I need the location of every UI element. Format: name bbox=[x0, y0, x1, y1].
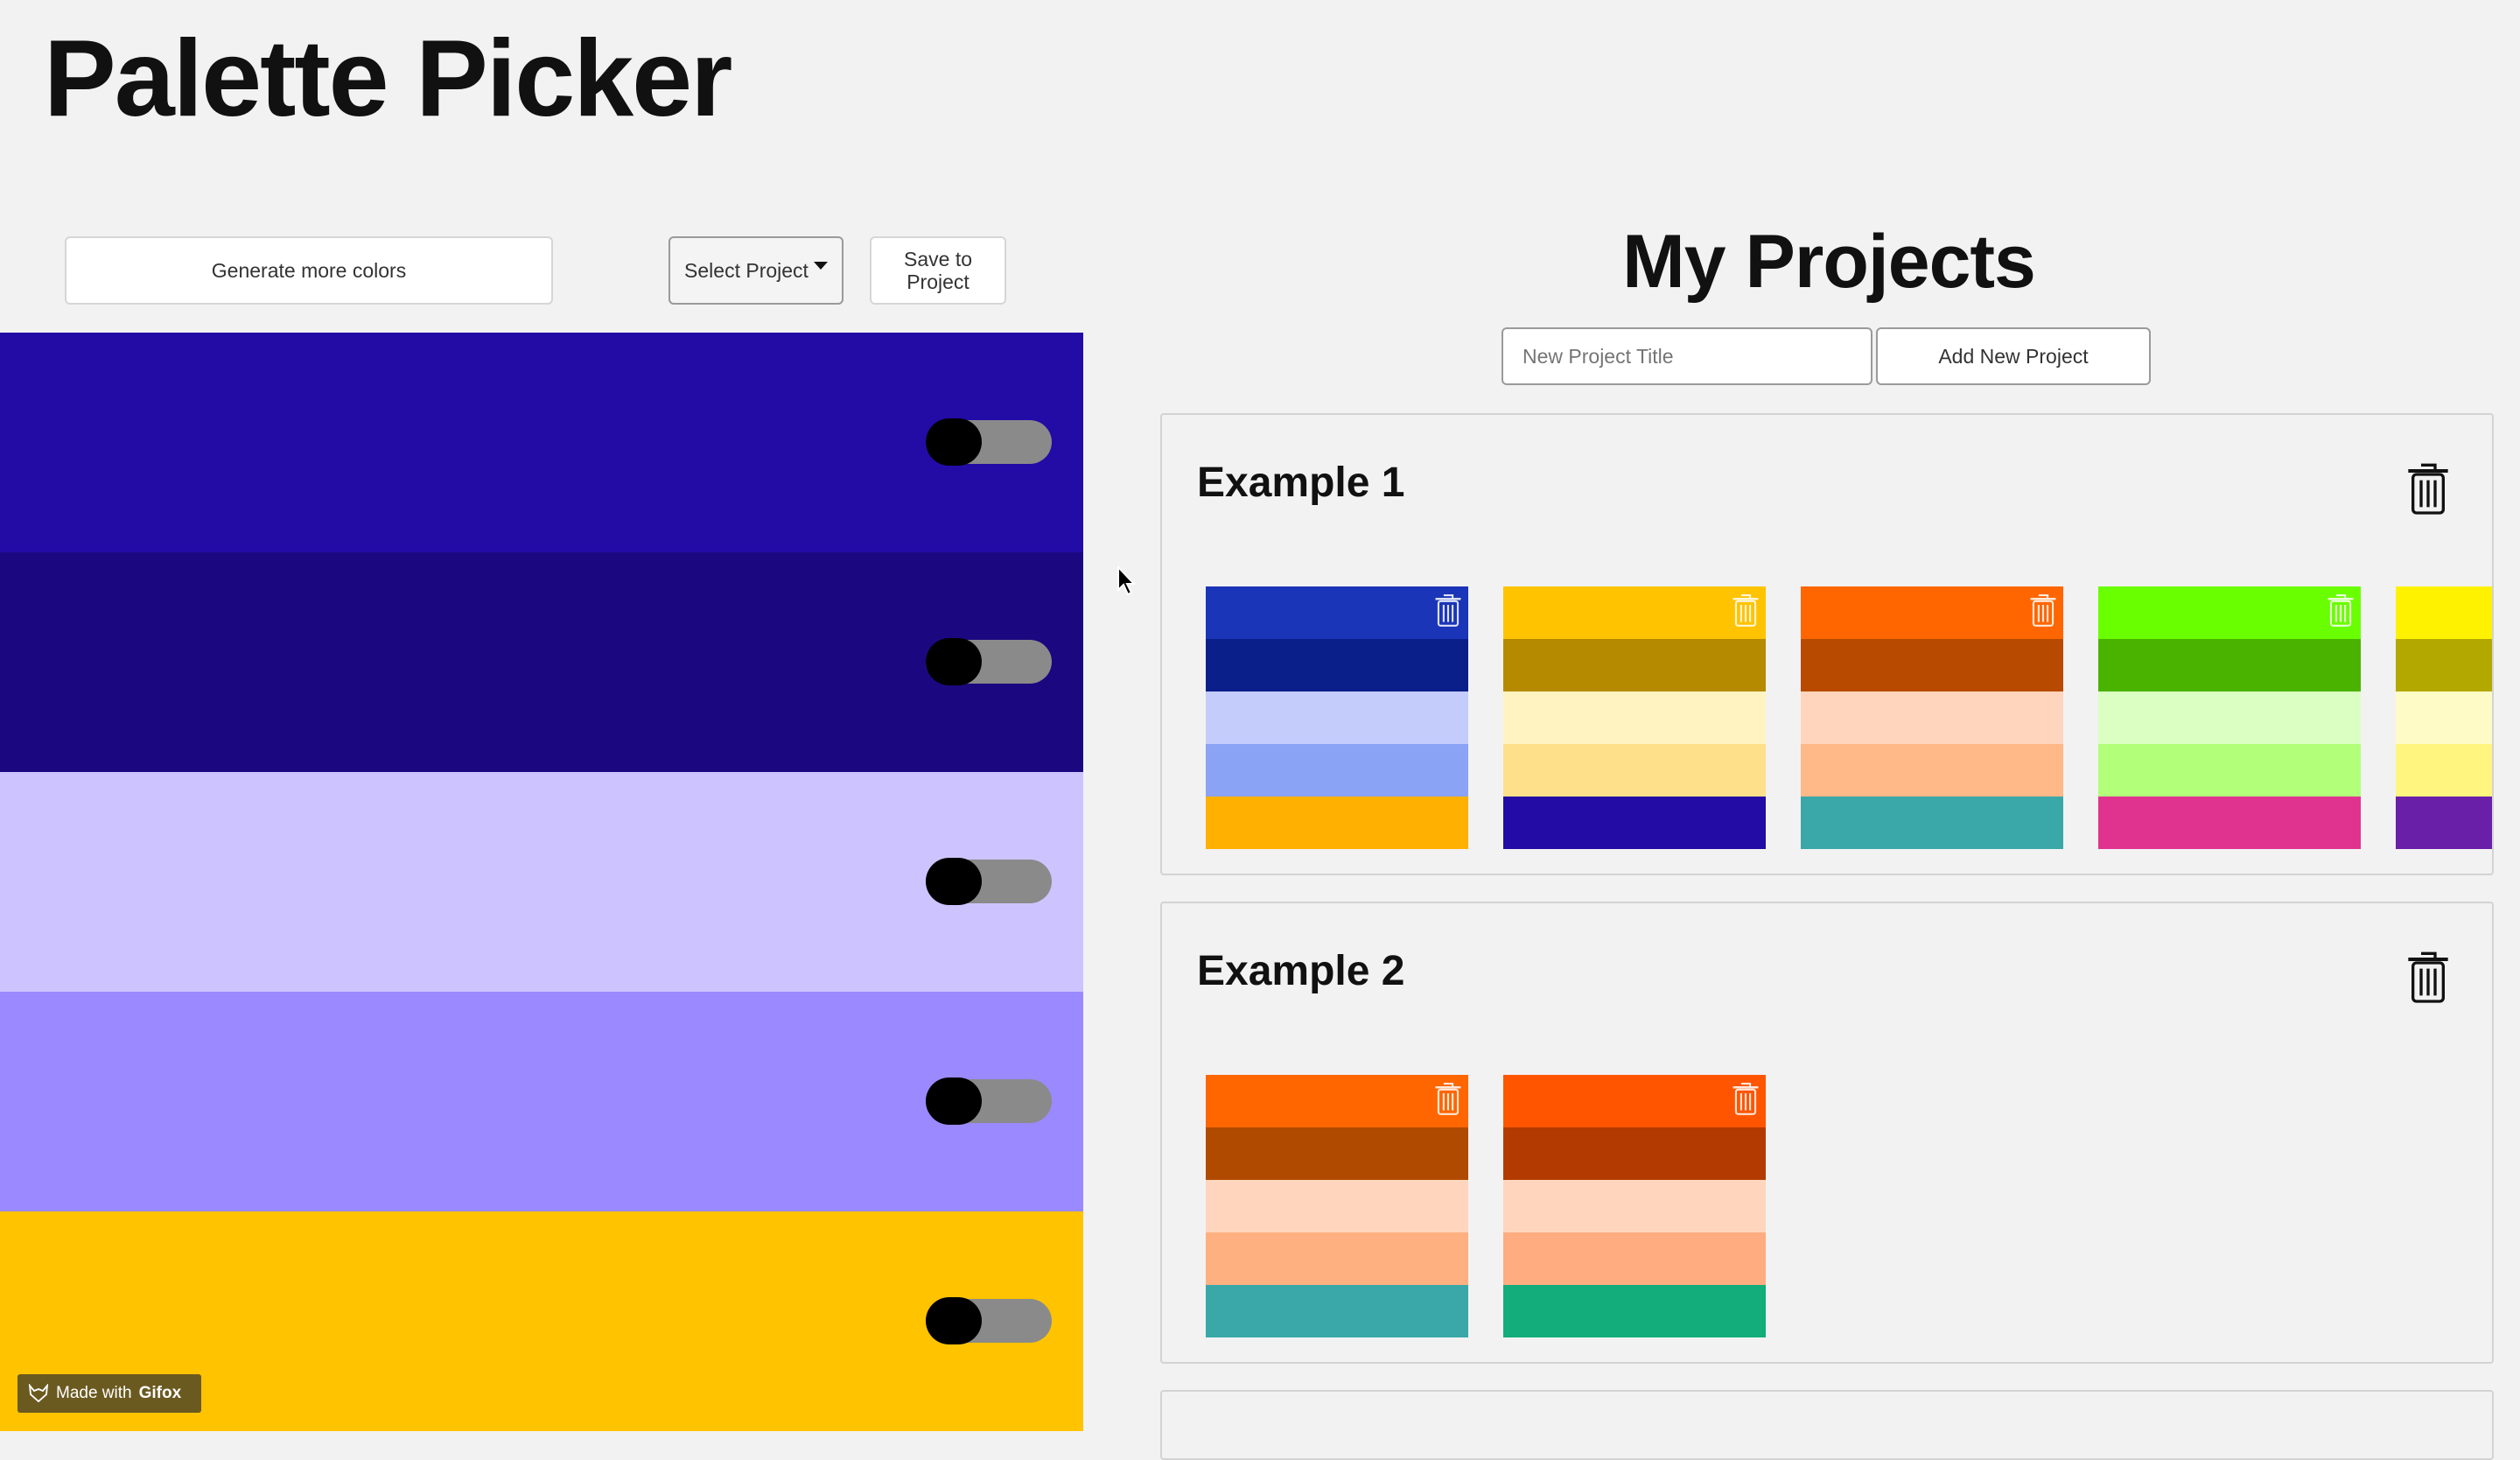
palette-swatch-band bbox=[1503, 797, 1766, 849]
palette-swatch-band bbox=[1206, 744, 1468, 797]
delete-project-trash-icon[interactable] bbox=[2404, 460, 2452, 516]
saved-palette[interactable] bbox=[1801, 586, 2063, 849]
mouse-cursor-icon bbox=[1117, 565, 1137, 596]
palette-swatch-band bbox=[1503, 1075, 1766, 1127]
chevron-down-icon bbox=[813, 261, 828, 270]
palette-swatch-band bbox=[1206, 691, 1468, 744]
palette-swatch-band bbox=[2098, 744, 2361, 797]
saved-palette[interactable] bbox=[2396, 586, 2492, 849]
palette-swatch-band bbox=[1206, 797, 1468, 849]
saved-palette[interactable] bbox=[1503, 1075, 1766, 1337]
palette-swatch-band bbox=[2396, 586, 2492, 639]
new-project-title-input[interactable] bbox=[1502, 327, 1872, 385]
palette-swatch-band bbox=[2098, 691, 2361, 744]
select-project-dropdown[interactable]: Select Project bbox=[668, 236, 844, 305]
project-card: Example 2 bbox=[1160, 902, 2494, 1364]
palette-swatch-band bbox=[1503, 1180, 1766, 1232]
palette-swatch-band bbox=[1503, 586, 1766, 639]
generate-colors-button[interactable]: Generate more colors bbox=[65, 236, 553, 305]
badge-prefix: Made with bbox=[56, 1384, 132, 1402]
palette-color-stripe bbox=[0, 772, 1083, 992]
lock-toggle[interactable] bbox=[926, 1297, 1052, 1344]
delete-palette-trash-icon[interactable] bbox=[1433, 592, 1463, 628]
save-to-project-button[interactable]: Save to Project bbox=[870, 236, 1006, 305]
palette-swatch-band bbox=[1503, 1232, 1766, 1285]
delete-palette-trash-icon[interactable] bbox=[1731, 592, 1760, 628]
toggle-knob bbox=[926, 638, 982, 685]
delete-palette-trash-icon[interactable] bbox=[2326, 592, 2356, 628]
palette-swatch-band bbox=[1801, 639, 2063, 691]
palette-swatch-band bbox=[1801, 691, 2063, 744]
palette-swatch-band bbox=[2098, 797, 2361, 849]
saved-palette[interactable] bbox=[1206, 586, 1468, 849]
delete-palette-trash-icon[interactable] bbox=[2028, 592, 2058, 628]
app-title: Palette Picker bbox=[44, 18, 732, 139]
select-project-label: Select Project bbox=[684, 258, 808, 282]
palette-swatch-band bbox=[1206, 1285, 1468, 1337]
project-title: Example 2 bbox=[1197, 948, 1405, 994]
delete-palette-trash-icon[interactable] bbox=[1731, 1080, 1760, 1117]
fox-icon bbox=[28, 1384, 49, 1403]
palette-swatch-band bbox=[1206, 1232, 1468, 1285]
palette-swatch-band bbox=[2098, 639, 2361, 691]
palette-swatch-band bbox=[1206, 1180, 1468, 1232]
palette-swatch-band bbox=[2396, 744, 2492, 797]
lock-toggle[interactable] bbox=[926, 418, 1052, 466]
palette-swatch-band bbox=[1801, 586, 2063, 639]
palette-swatch-band bbox=[1801, 797, 2063, 849]
badge-brand: Gifox bbox=[138, 1384, 182, 1402]
project-title: Example 1 bbox=[1197, 460, 1405, 506]
toggle-knob bbox=[926, 1077, 982, 1125]
palette-color-stripe bbox=[0, 992, 1083, 1211]
toggle-knob bbox=[926, 858, 982, 905]
saved-palettes bbox=[1206, 586, 2492, 849]
lock-toggle[interactable] bbox=[926, 1077, 1052, 1125]
palette-swatch-band bbox=[1503, 691, 1766, 744]
lock-toggle[interactable] bbox=[926, 638, 1052, 685]
palette-swatch-band bbox=[2396, 691, 2492, 744]
palette-swatch-band bbox=[1206, 586, 1468, 639]
toggle-knob bbox=[926, 1297, 982, 1344]
palette-swatch-band bbox=[2396, 797, 2492, 849]
delete-project-trash-icon[interactable] bbox=[2404, 949, 2452, 1005]
palette-swatch-band bbox=[2098, 586, 2361, 639]
palette-color-stripe bbox=[0, 333, 1083, 552]
add-new-project-button[interactable]: Add New Project bbox=[1876, 327, 2151, 385]
palette-swatch-band bbox=[2396, 639, 2492, 691]
saved-palette[interactable] bbox=[1206, 1075, 1468, 1337]
palette-swatch-band bbox=[1503, 1127, 1766, 1180]
gifox-badge: Made with Gifox bbox=[18, 1374, 201, 1413]
palette-swatch-band bbox=[1206, 639, 1468, 691]
saved-palette[interactable] bbox=[2098, 586, 2361, 849]
projects-title: My Projects bbox=[1622, 220, 2036, 304]
palette-swatch-band bbox=[1801, 744, 2063, 797]
palette-swatch-band bbox=[1503, 744, 1766, 797]
saved-palette[interactable] bbox=[1503, 586, 1766, 849]
lock-toggle[interactable] bbox=[926, 858, 1052, 905]
palette-swatch-band bbox=[1503, 1285, 1766, 1337]
palette-swatch-band bbox=[1206, 1075, 1468, 1127]
delete-palette-trash-icon[interactable] bbox=[1433, 1080, 1463, 1117]
palette-swatch-band bbox=[1206, 1127, 1468, 1180]
project-card: Example 1 bbox=[1160, 413, 2494, 875]
palette-color-stripe bbox=[0, 552, 1083, 772]
palette-swatch-band bbox=[1503, 639, 1766, 691]
saved-palettes bbox=[1206, 1075, 1766, 1337]
color-palette bbox=[0, 333, 1083, 1431]
project-card-partial bbox=[1160, 1390, 2494, 1460]
toggle-knob bbox=[926, 418, 982, 466]
